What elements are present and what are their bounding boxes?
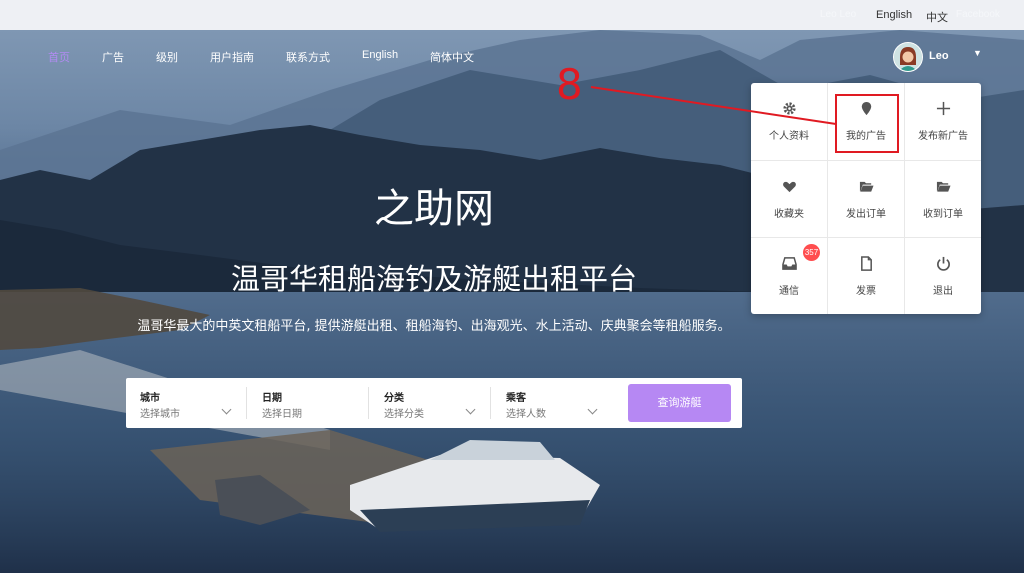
menu-item-logout[interactable]: 退出 [905,238,981,315]
message-count-badge: 357 [803,244,820,261]
top-bar-faded-text: Facebook [956,9,1000,20]
nav-item-ads[interactable]: 广告 [102,49,124,65]
file-icon [860,256,872,271]
city-label: 城市 [140,393,160,404]
menu-item-label: 收到订单 [923,209,963,220]
site-title: 之助网 [374,186,494,232]
menu-item-invoices[interactable]: 发票 [828,238,904,315]
category-select[interactable]: 分类 选择分类 [384,378,476,428]
chevron-down-icon[interactable]: ▼ [973,48,982,58]
search-bar: 城市 选择城市 日期 选择日期 分类 选择分类 乘客 选择人数 查询游艇 [126,378,742,428]
passenger-placeholder: 选择人数 [506,409,546,420]
chevron-down-icon [465,404,476,415]
site-description: 温哥华最大的中英文租船平台, 提供游艇出租、租船海钓、出海观光、水上活动、庆典聚… [137,319,731,334]
plus-icon [936,101,950,116]
menu-item-label: 收藏夹 [774,209,804,220]
nav-item-english[interactable]: English [362,49,398,61]
heart-icon [782,181,796,193]
english-link[interactable]: English [876,9,912,21]
menu-item-label: 通信 [779,286,799,297]
passenger-select[interactable]: 乘客 选择人数 [506,378,598,428]
date-label: 日期 [262,393,282,404]
site-subtitle: 温哥华租船海钓及游艇出租平台 [230,262,637,296]
user-name[interactable]: Leo [929,50,949,62]
annotation-step-number: 8 [556,60,583,109]
divider [368,387,369,419]
nav-item-contact[interactable]: 联系方式 [286,49,330,65]
folder-open-icon [859,181,874,192]
category-label: 分类 [384,393,404,404]
menu-item-favorites[interactable]: 收藏夹 [751,161,827,238]
power-icon [936,256,950,271]
menu-item-received-orders[interactable]: 收到订单 [905,161,981,238]
menu-item-profile[interactable]: 个人资料 [751,83,827,160]
inbox-icon [781,257,797,270]
menu-item-label: 个人资料 [769,131,809,142]
folder-open-icon [936,181,951,192]
top-bar: Leo Leo English 中文 Facebook [0,0,1024,30]
city-select[interactable]: 城市 选择城市 [140,378,232,428]
divider [490,387,491,419]
menu-item-label: 发票 [856,286,876,297]
top-bar-faded-text: Leo Leo [820,9,857,20]
date-placeholder: 选择日期 [262,409,302,420]
category-placeholder: 选择分类 [384,409,424,420]
divider [246,387,247,419]
menu-item-label: 退出 [933,286,953,297]
avatar[interactable] [893,42,923,72]
menu-item-label: 发布新广告 [918,131,968,142]
gear-icon [782,102,796,115]
nav-item-chinese[interactable]: 简体中文 [430,49,474,65]
chevron-down-icon [221,404,232,415]
nav-item-user-guide[interactable]: 用户指南 [210,49,254,65]
menu-item-sent-orders[interactable]: 发出订单 [828,161,904,238]
nav-item-home[interactable]: 首页 [48,49,70,65]
avatar-icon [894,43,922,71]
city-placeholder: 选择城市 [140,409,180,420]
annotation-highlight-box [835,94,899,153]
nav-item-level[interactable]: 级别 [156,49,178,65]
date-select[interactable]: 日期 选择日期 [262,378,352,428]
passenger-label: 乘客 [506,393,526,404]
menu-item-label: 发出订单 [846,209,886,220]
search-boats-button[interactable]: 查询游艇 [628,384,731,422]
chinese-link[interactable]: 中文 [926,9,948,25]
menu-item-post-new-ad[interactable]: 发布新广告 [905,83,981,160]
chevron-down-icon [587,404,598,415]
